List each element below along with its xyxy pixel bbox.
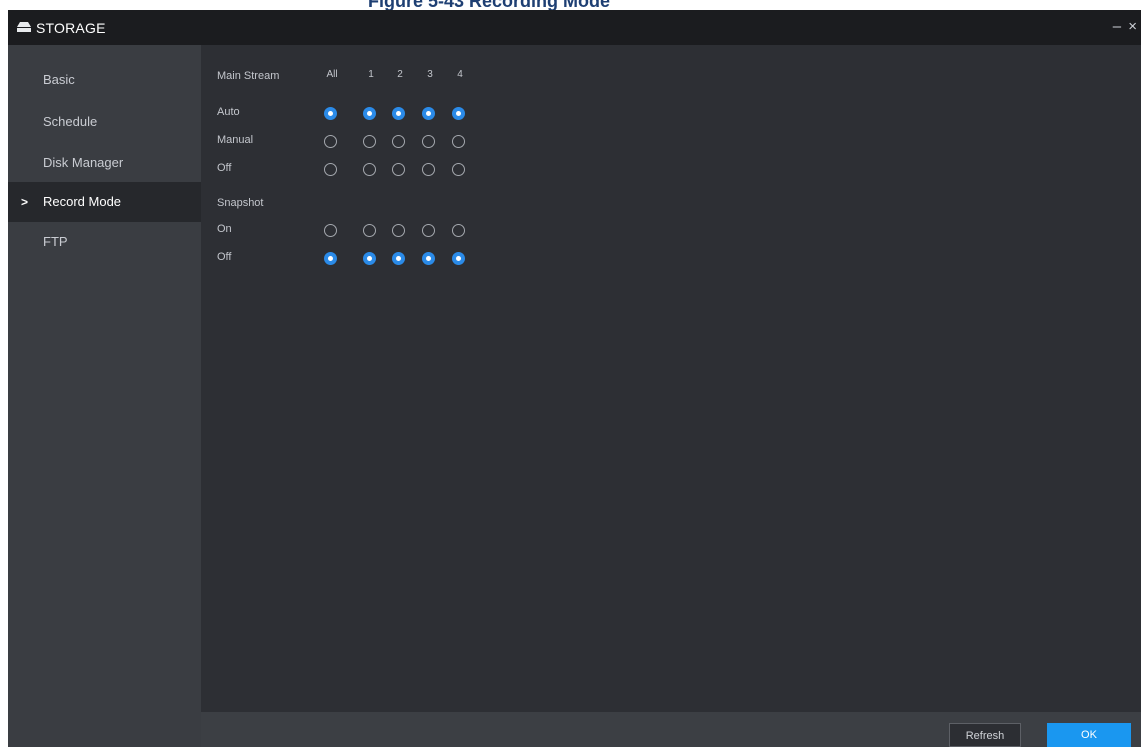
main-stream-row-label: Auto (217, 106, 240, 118)
main-stream-manual-radio-4[interactable] (452, 135, 465, 148)
chevron-right-icon: > (21, 195, 29, 209)
record-mode-panel: Main Stream All 1 2 3 4 Auto Manual Off Sn… (201, 45, 1141, 712)
ok-button[interactable]: OK (1047, 723, 1131, 747)
main-stream-auto-radio-3[interactable] (422, 107, 435, 120)
sidebar-item-disk-manager[interactable]: Disk Manager (8, 143, 201, 183)
main-stream-off-radio-1[interactable] (363, 163, 376, 176)
main-stream-auto-radio-4[interactable] (452, 107, 465, 120)
snapshot-off-radio-all[interactable] (324, 252, 337, 265)
main-stream-auto-radio-2[interactable] (392, 107, 405, 120)
window-controls: – × (1110, 18, 1137, 35)
snapshot-off-radio-3[interactable] (422, 252, 435, 265)
main-stream-manual-radio-1[interactable] (363, 135, 376, 148)
sidebar-item-label: Schedule (43, 114, 98, 129)
column-header-all: All (326, 69, 338, 80)
sidebar: Basic Schedule Disk Manager > Record Mod… (8, 45, 201, 747)
main-stream-label: Main Stream (217, 70, 280, 82)
main-stream-manual-radio-all[interactable] (324, 135, 337, 148)
main-stream-manual-radio-2[interactable] (392, 135, 405, 148)
snapshot-on-radio-2[interactable] (392, 224, 405, 237)
snapshot-on-radio-1[interactable] (363, 224, 376, 237)
snapshot-off-radio-1[interactable] (363, 252, 376, 265)
main-stream-off-radio-2[interactable] (392, 163, 405, 176)
sidebar-item-ftp[interactable]: FTP (8, 222, 201, 262)
caption-text: Figure 5-43 Recording Mode (368, 0, 611, 10)
main-stream-off-radio-4[interactable] (452, 163, 465, 176)
snapshot-row-label: Off (217, 251, 232, 263)
sidebar-item-label: Disk Manager (43, 155, 124, 170)
document-caption: Figure 5-43 Recording Mode (0, 0, 1141, 10)
main-stream-row-label: Off (217, 162, 232, 174)
sidebar-item-schedule[interactable]: Schedule (8, 102, 201, 142)
refresh-button[interactable]: Refresh (949, 723, 1021, 747)
main-stream-off-radio-all[interactable] (324, 163, 337, 176)
snapshot-off-radio-4[interactable] (452, 252, 465, 265)
main-stream-off-radio-3[interactable] (422, 163, 435, 176)
main-stream-row-label: Manual (217, 134, 254, 146)
main-stream-manual-radio-3[interactable] (422, 135, 435, 148)
snapshot-on-radio-all[interactable] (324, 224, 337, 237)
snapshot-on-radio-4[interactable] (452, 224, 465, 237)
close-button[interactable]: × (1128, 18, 1137, 35)
storage-icon (17, 22, 31, 32)
snapshot-on-radio-3[interactable] (422, 224, 435, 237)
column-header-4: 4 (457, 69, 463, 80)
minimize-button[interactable]: – (1113, 18, 1121, 35)
sidebar-item-label: Basic (43, 72, 75, 87)
snapshot-off-radio-2[interactable] (392, 252, 405, 265)
sidebar-item-basic[interactable]: Basic (8, 60, 201, 100)
window-title: STORAGE (36, 20, 106, 36)
sidebar-item-label: FTP (43, 234, 68, 249)
snapshot-row-label: On (217, 223, 232, 235)
sidebar-item-label: Record Mode (43, 194, 122, 209)
title-bar: STORAGE – × (8, 10, 1141, 45)
main-stream-auto-radio-1[interactable] (363, 107, 376, 120)
main-stream-auto-radio-all[interactable] (324, 107, 337, 120)
storage-window: STORAGE – × Basic Schedule Disk Manager … (8, 10, 1141, 747)
column-header-1: 1 (368, 69, 374, 80)
footer-bar: Refresh OK (201, 712, 1141, 747)
sidebar-item-record-mode[interactable]: > Record Mode (8, 182, 201, 222)
snapshot-label: Snapshot (217, 197, 264, 209)
column-header-3: 3 (427, 69, 433, 80)
column-header-2: 2 (397, 69, 403, 80)
